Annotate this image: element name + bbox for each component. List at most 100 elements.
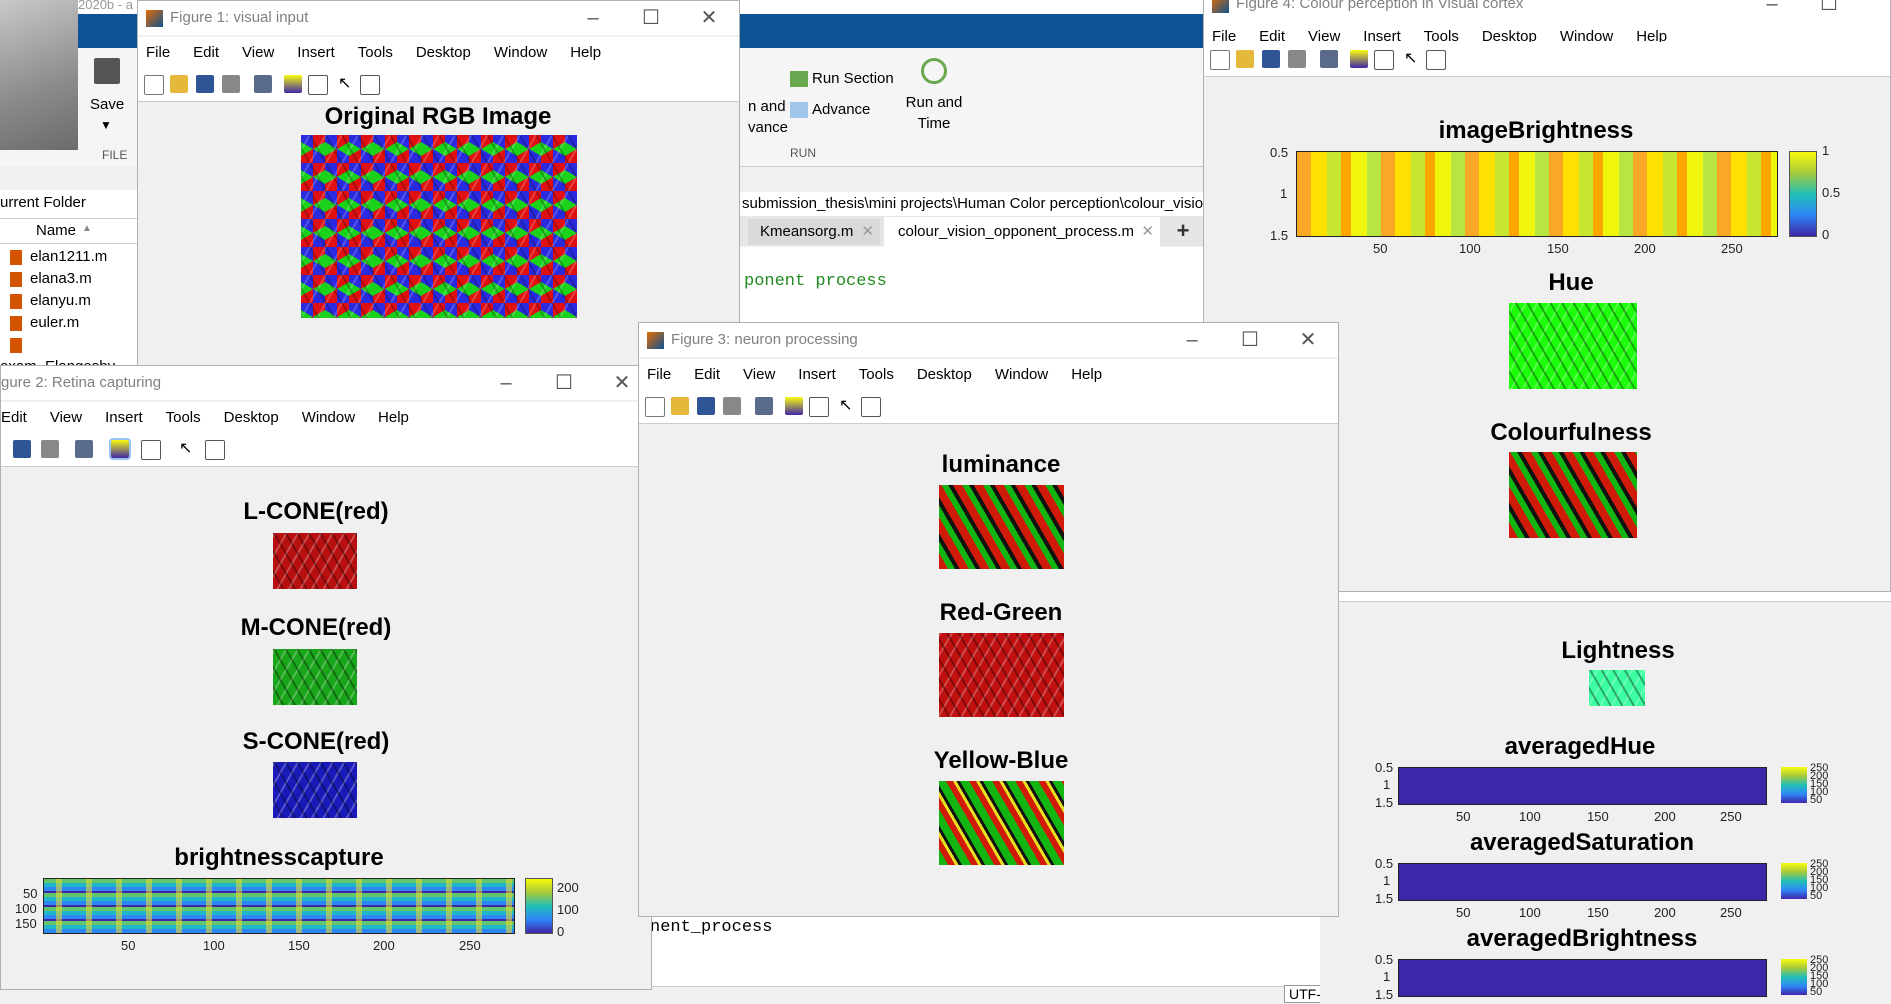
menu-desktop[interactable]: Desktop [224, 409, 279, 426]
minimize-button[interactable]: – [1179, 327, 1205, 353]
pointer-icon[interactable]: ↖ [839, 397, 857, 415]
menu-help[interactable]: Help [1071, 366, 1102, 383]
property-editor-icon[interactable] [360, 75, 380, 95]
pointer-icon[interactable]: ↖ [179, 440, 197, 458]
menu-file[interactable]: File [146, 44, 170, 61]
print-icon[interactable] [1288, 50, 1306, 68]
save-figure-icon[interactable] [697, 397, 715, 415]
maximize-button[interactable]: ☐ [551, 370, 577, 396]
m-file-icon [10, 315, 22, 331]
averaged-brightness-colorbar [1781, 959, 1807, 995]
print-icon[interactable] [222, 75, 240, 93]
link-plot-icon[interactable] [254, 75, 272, 93]
menu-window[interactable]: Window [995, 366, 1048, 383]
name-column-header[interactable]: Name ▲ [0, 218, 140, 244]
tab-kmeansorg[interactable]: Kmeansorg.m ✕ [748, 219, 880, 245]
yellow-blue-image [939, 781, 1064, 865]
m-cone-image [273, 649, 357, 705]
averaged-saturation-title: averagedSaturation [1469, 829, 1695, 856]
list-item[interactable]: elanyu.m [0, 290, 140, 312]
print-icon[interactable] [41, 440, 59, 458]
minimize-button[interactable]: – [580, 5, 606, 31]
menu-insert[interactable]: Insert [105, 409, 143, 426]
new-figure-icon[interactable] [144, 75, 164, 95]
legend-icon[interactable] [308, 75, 328, 95]
image-brightness-title: imageBrightness [1438, 117, 1634, 144]
menu-edit[interactable]: Edit [1, 409, 27, 426]
menu-desktop[interactable]: Desktop [917, 366, 972, 383]
close-button[interactable]: ✕ [1295, 327, 1321, 353]
menu-window[interactable]: Window [302, 409, 355, 426]
property-editor-icon[interactable] [205, 440, 225, 460]
minimize-button[interactable]: – [493, 370, 519, 396]
menu-insert[interactable]: Insert [297, 44, 335, 61]
open-file-icon[interactable] [170, 75, 188, 93]
menu-view[interactable]: View [743, 366, 775, 383]
figure-1-window: Figure 1: visual input – ☐ ✕ File Edit Vie… [137, 0, 740, 372]
path-bar[interactable]: submission_thesis\mini projects\Human Co… [740, 192, 1210, 217]
clock-icon [921, 58, 947, 84]
figure-4-titlebar: Figure 4: Colour perception in Visual co… [1204, 0, 1890, 21]
close-icon[interactable]: ✕ [1141, 222, 1154, 240]
tab-colour-vision[interactable]: colour_vision_opponent_process.m ✕ [884, 217, 1160, 247]
menu-help[interactable]: Help [570, 44, 601, 61]
new-figure-icon[interactable] [1210, 50, 1230, 70]
colorbar-icon[interactable] [785, 397, 803, 415]
menu-desktop[interactable]: Desktop [416, 44, 471, 61]
list-item[interactable]: elan1211.m [0, 246, 140, 268]
menu-window[interactable]: Window [494, 44, 547, 61]
maximize-button[interactable]: ☐ [638, 5, 664, 31]
colorbar-icon[interactable] [1350, 50, 1368, 68]
menu-insert[interactable]: Insert [798, 366, 836, 383]
menu-edit[interactable]: Edit [193, 44, 219, 61]
pointer-icon[interactable]: ↖ [338, 75, 356, 93]
link-plot-icon[interactable] [1320, 50, 1338, 68]
colorbar-icon[interactable] [284, 75, 302, 93]
save-icon [94, 58, 120, 84]
add-tab-button[interactable]: + [1166, 218, 1200, 244]
menu-tools[interactable]: Tools [358, 44, 393, 61]
menu-tools[interactable]: Tools [859, 366, 894, 383]
open-file-icon[interactable] [671, 397, 689, 415]
run-and-time-button[interactable]: Run and Time [905, 58, 963, 134]
list-item[interactable]: euler.m [0, 312, 140, 334]
pointer-icon[interactable]: ↖ [1404, 50, 1422, 68]
save-button[interactable]: Save ▼ [86, 58, 130, 138]
run-and-advance-button[interactable]: n and vance [748, 96, 788, 138]
colorbar-icon[interactable] [109, 438, 131, 460]
webcam-overlay [0, 0, 78, 150]
menu-help[interactable]: Help [378, 409, 409, 426]
menu-view[interactable]: View [50, 409, 82, 426]
maximize-button[interactable]: ☐ [1816, 0, 1842, 17]
property-editor-icon[interactable] [861, 397, 881, 417]
legend-icon[interactable] [1374, 50, 1394, 70]
minimize-button[interactable]: – [1759, 0, 1785, 17]
open-file-icon[interactable] [1236, 50, 1254, 68]
figure-1-menubar: File Edit View Insert Tools Desktop Window Help [138, 37, 739, 67]
close-button[interactable]: ✕ [609, 370, 635, 396]
print-icon[interactable] [723, 397, 741, 415]
yellow-blue-title: Yellow-Blue [933, 747, 1069, 774]
link-plot-icon[interactable] [755, 397, 773, 415]
l-cone-image [273, 533, 357, 589]
run-section-button[interactable]: Run Section [790, 70, 894, 88]
save-figure-icon[interactable] [196, 75, 214, 93]
legend-icon[interactable] [141, 440, 161, 460]
menu-view[interactable]: View [242, 44, 274, 61]
close-icon[interactable]: ✕ [861, 222, 874, 240]
new-figure-icon[interactable] [645, 397, 665, 417]
save-figure-icon[interactable] [1262, 50, 1280, 68]
menu-edit[interactable]: Edit [694, 366, 720, 383]
link-plot-icon[interactable] [75, 440, 93, 458]
menu-tools[interactable]: Tools [166, 409, 201, 426]
save-figure-icon[interactable] [13, 440, 31, 458]
maximize-button[interactable]: ☐ [1237, 327, 1263, 353]
matlab-icon [1212, 0, 1229, 13]
advance-button[interactable]: Advance [790, 101, 870, 119]
image-brightness-heatmap [1296, 151, 1778, 237]
close-button[interactable]: ✕ [696, 5, 722, 31]
menu-file[interactable]: File [647, 366, 671, 383]
list-item[interactable]: elana3.m [0, 268, 140, 290]
legend-icon[interactable] [809, 397, 829, 417]
property-editor-icon[interactable] [1426, 50, 1446, 70]
